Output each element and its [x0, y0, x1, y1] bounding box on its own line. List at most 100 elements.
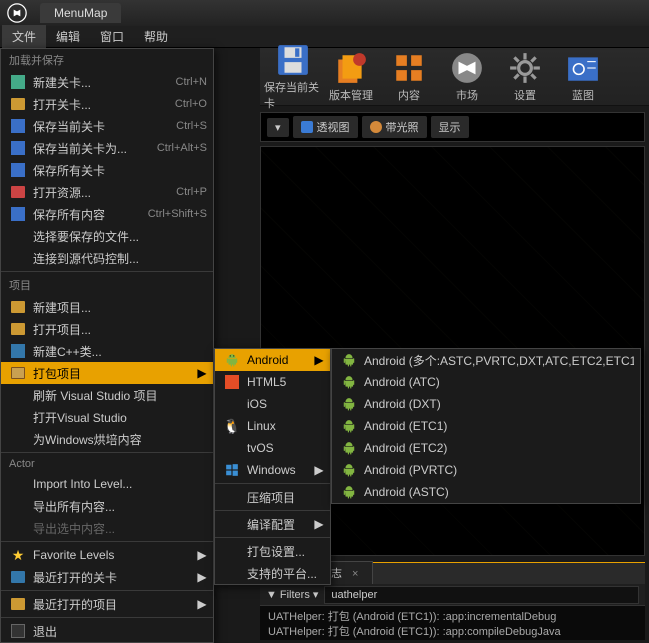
- shortcut: Ctrl+Alt+S: [157, 142, 207, 154]
- menu-open-asset[interactable]: 打开资源...Ctrl+P: [1, 181, 213, 203]
- apple-icon: [223, 396, 241, 412]
- submenu-windows[interactable]: Windows▶: [215, 459, 330, 481]
- android-etc2[interactable]: Android (ETC2): [332, 437, 640, 459]
- viewport-dropdown[interactable]: ▾: [267, 118, 289, 137]
- android-pvrtc-label: Android (PVRTC): [364, 463, 634, 477]
- menu-window[interactable]: 窗口: [90, 25, 134, 48]
- submenu-pack-settings[interactable]: 打包设置...: [215, 540, 330, 562]
- menu-open-vs[interactable]: 打开Visual Studio: [1, 406, 213, 428]
- menu-recent-projects[interactable]: 最近打开的项目▶: [1, 593, 213, 615]
- filters-dropdown[interactable]: ▼ Filters ▾: [266, 588, 318, 601]
- chevron-right-icon: ▶: [314, 517, 324, 531]
- cube-icon: [301, 121, 313, 133]
- menu-package-project[interactable]: 打包项目▶: [1, 362, 213, 384]
- star-icon: ★: [9, 547, 27, 563]
- new-cpp-label: 新建C++类...: [33, 343, 207, 360]
- android-submenu: Android (多个:ASTC,PVRTC,DXT,ATC,ETC2,ETC1…: [331, 348, 641, 504]
- open-project-label: 打开项目...: [33, 321, 207, 338]
- menu-save-all[interactable]: 保存所有内容Ctrl+Shift+S: [1, 203, 213, 225]
- menu-recent-levels[interactable]: 最近打开的关卡▶: [1, 566, 213, 588]
- android-icon: [342, 419, 356, 433]
- menu-favorite-levels[interactable]: ★Favorite Levels▶: [1, 544, 213, 566]
- toolbar-blueprints[interactable]: 蓝图: [554, 52, 612, 101]
- recent-projects-label: 最近打开的项目: [33, 596, 197, 613]
- viewport-lit[interactable]: 带光照: [362, 116, 427, 138]
- package-submenu: Android▶ HTML5 iOS 🐧Linux tvOS Windows▶ …: [214, 348, 331, 585]
- menu-import-into-level[interactable]: Import Into Level...: [1, 473, 213, 495]
- log-search-input[interactable]: [324, 586, 639, 604]
- menu-save-current[interactable]: 保存当前关卡Ctrl+S: [1, 115, 213, 137]
- android-atc[interactable]: Android (ATC): [332, 371, 640, 393]
- toolbar-source-control[interactable]: 版本管理: [322, 52, 380, 101]
- map-tab[interactable]: MenuMap: [40, 3, 121, 23]
- menu-open-project[interactable]: 打开项目...: [1, 318, 213, 340]
- export-selected-label: 导出选中内容...: [33, 520, 207, 537]
- viewport-show[interactable]: 显示: [431, 116, 469, 138]
- separator: [215, 537, 330, 538]
- menu-save-all-levels[interactable]: 保存所有关卡: [1, 159, 213, 181]
- lit-label: 带光照: [386, 119, 419, 135]
- submenu-html5[interactable]: HTML5: [215, 371, 330, 393]
- menu-save-current-as[interactable]: 保存当前关卡为...Ctrl+Alt+S: [1, 137, 213, 159]
- menu-edit[interactable]: 编辑: [46, 25, 90, 48]
- submenu-compile-config[interactable]: 编译配置▶: [215, 513, 330, 535]
- menu-choose-files[interactable]: 选择要保存的文件...: [1, 225, 213, 247]
- menu-exit[interactable]: 退出: [1, 620, 213, 642]
- output-log[interactable]: UATHelper: 打包 (Android (ETC1)): :app:inc…: [260, 606, 645, 640]
- android-pvrtc[interactable]: Android (PVRTC): [332, 459, 640, 481]
- close-icon[interactable]: ×: [352, 568, 358, 580]
- toolbar-save[interactable]: 保存当前关卡: [264, 52, 322, 101]
- section-actor: Actor: [1, 455, 213, 473]
- save-current-label: 保存当前关卡: [33, 118, 168, 135]
- save-all-label: 保存所有内容: [33, 206, 140, 223]
- menu-new-level[interactable]: 新建关卡...Ctrl+N: [1, 71, 213, 93]
- toolbar-save-label: 保存当前关卡: [264, 79, 322, 111]
- recent-icon: [11, 571, 25, 583]
- android-icon: [342, 375, 356, 389]
- chevron-right-icon: ▶: [197, 366, 207, 380]
- submenu-ios[interactable]: iOS: [215, 393, 330, 415]
- android-label: Android: [247, 353, 314, 367]
- android-astc[interactable]: Android (ASTC): [332, 481, 640, 503]
- supported-platforms-label: 支持的平台...: [247, 565, 324, 582]
- viewport-toolbar: ▾ 透视图 带光照 显示: [260, 112, 645, 142]
- menu-export-all[interactable]: 导出所有内容...: [1, 495, 213, 517]
- separator: [1, 590, 213, 591]
- menu-open-level[interactable]: 打开关卡...Ctrl+O: [1, 93, 213, 115]
- menu-cook-windows[interactable]: 为Windows烘培内容: [1, 428, 213, 450]
- menu-file[interactable]: 文件: [2, 25, 46, 48]
- menu-help[interactable]: 帮助: [134, 25, 178, 48]
- menu-new-cpp[interactable]: 新建C++类...: [1, 340, 213, 362]
- android-icon: [342, 463, 356, 477]
- submenu-linux[interactable]: 🐧Linux: [215, 415, 330, 437]
- file-icon: [11, 75, 25, 89]
- android-multi[interactable]: Android (多个:ASTC,PVRTC,DXT,ATC,ETC2,ETC1…: [332, 349, 640, 371]
- tvos-label: tvOS: [247, 441, 324, 455]
- menu-new-project[interactable]: 新建项目...: [1, 296, 213, 318]
- submenu-tvos[interactable]: tvOS: [215, 437, 330, 459]
- menu-export-selected: 导出选中内容...: [1, 517, 213, 539]
- android-atc-label: Android (ATC): [364, 375, 634, 389]
- toolbar-marketplace[interactable]: 市场: [438, 52, 496, 101]
- ue-logo-icon: [6, 2, 28, 24]
- viewport-perspective[interactable]: 透视图: [293, 116, 358, 138]
- submenu-supported-platforms[interactable]: 支持的平台...: [215, 562, 330, 584]
- submenu-android[interactable]: Android▶: [215, 349, 330, 371]
- submenu-compress[interactable]: 压缩项目: [215, 486, 330, 508]
- title-bar: MenuMap: [0, 0, 649, 26]
- favorite-levels-label: Favorite Levels: [33, 548, 197, 562]
- toolbar-settings[interactable]: 设置: [496, 52, 554, 101]
- package-project-label: 打包项目: [33, 365, 197, 382]
- windows-label: Windows: [247, 463, 314, 477]
- android-dxt[interactable]: Android (DXT): [332, 393, 640, 415]
- html5-icon: [225, 375, 239, 389]
- log-line: UATHelper: 打包 (Android (ETC1)): :app:com…: [268, 625, 637, 640]
- menu-connect-source[interactable]: 连接到源代码控制...: [1, 247, 213, 269]
- file-menu-dropdown: 加载并保存 新建关卡...Ctrl+N 打开关卡...Ctrl+O 保存当前关卡…: [0, 48, 214, 643]
- floppy-icon: [11, 119, 25, 133]
- android-etc1-label: Android (ETC1): [364, 419, 634, 433]
- menu-refresh-vs[interactable]: 刷新 Visual Studio 项目: [1, 384, 213, 406]
- toolbar-content[interactable]: 内容: [380, 52, 438, 101]
- android-etc1[interactable]: Android (ETC1): [332, 415, 640, 437]
- recent-levels-label: 最近打开的关卡: [33, 569, 197, 586]
